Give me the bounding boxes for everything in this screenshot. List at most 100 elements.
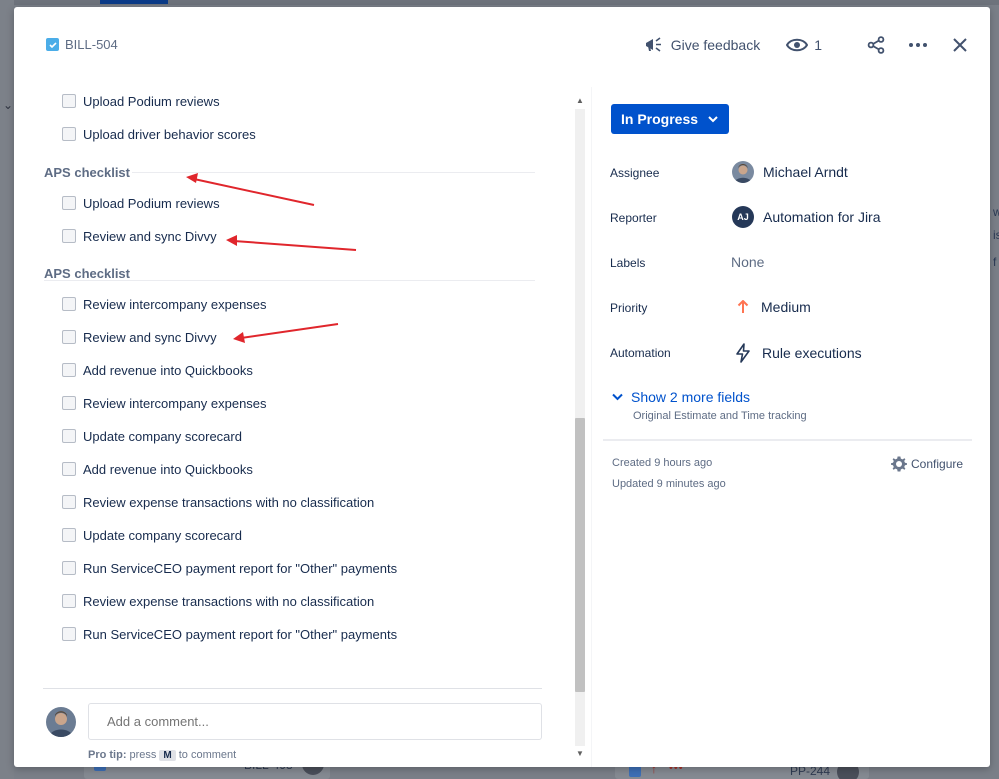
checklist-item-label: Add revenue into Quickbooks [83,362,253,378]
header-actions: Give feedback 1 [644,33,972,57]
checklist-item: Review expense transactions with no clas… [62,492,374,512]
checklist-item: Add revenue into Quickbooks [62,459,253,479]
reporter-field[interactable]: AJ Automation for Jira [732,206,881,228]
checklist-checkbox[interactable] [62,495,76,509]
checklist-item: Review expense transactions with no clas… [62,591,374,611]
pane-divider [591,87,592,767]
checklist-item: Update company scorecard [62,525,242,545]
checklist-item: Add revenue into Quickbooks [62,360,253,380]
checklist-checkbox[interactable] [62,429,76,443]
configure-button[interactable]: Configure [890,455,963,473]
status-dropdown[interactable]: In Progress [611,104,729,134]
comment-divider [43,688,542,689]
issue-description-pane: Upload Podium reviews Upload driver beha… [14,87,588,682]
reporter-name: Automation for Jira [763,209,881,225]
checklist-item-label: Review expense transactions with no clas… [83,593,375,609]
configure-label: Configure [911,457,964,471]
checklist-item-label: Review and sync Divvy [83,228,217,244]
board-right-text: is [993,228,999,242]
checklist-checkbox[interactable] [62,229,76,243]
show-more-label: Show 2 more fields [631,389,751,405]
breadcrumb: BILL-504 [46,37,118,52]
checklist-item: Review intercompany expenses [62,393,267,413]
field-label-automation: Automation [610,346,671,360]
right-divider [603,439,972,441]
give-feedback-label: Give feedback [670,37,761,53]
checklist-checkbox[interactable] [62,396,76,410]
checklist-item: Review and sync Divvy [62,226,217,246]
checklist-checkbox[interactable] [62,561,76,575]
close-icon [953,38,967,52]
protip-suffix: to comment [178,749,237,761]
protip-text: press [129,749,157,761]
board-right-text: f [993,255,997,269]
priority-value: Medium [761,299,811,315]
checklist-item: Review intercompany expenses [62,294,267,314]
automation-field[interactable]: Rule executions [735,343,862,363]
checklist-item-label: Upload Podium reviews [83,93,220,109]
description-scrollbar[interactable]: ▲ ▼ [571,95,588,760]
scroll-down-arrow-icon[interactable]: ▼ [574,748,586,760]
priority-field[interactable]: Medium [737,299,811,315]
protip-label: Pro tip: [88,749,127,761]
assignee-field[interactable]: Michael Arndt [732,161,848,183]
checklist-checkbox[interactable] [62,127,76,141]
labels-field[interactable]: None [731,254,764,270]
field-label-assignee: Assignee [610,166,660,180]
issue-key-link[interactable]: BILL-504 [65,37,118,52]
task-icon [46,38,59,51]
checklist-item-label: Review expense transactions with no clas… [83,494,375,510]
megaphone-icon [645,37,661,52]
show-more-fields-button[interactable]: Show 2 more fields [612,389,750,405]
checklist-checkbox[interactable] [62,330,76,344]
field-label-labels: Labels [610,256,646,270]
checklist-item: Update company scorecard [62,426,242,446]
checklist-item-label: Upload driver behavior scores [83,126,256,142]
avatar [732,161,754,183]
board-topbar-accent [100,0,168,4]
checklist-heading: APS checklist [44,165,130,180]
checklist-checkbox[interactable] [62,94,76,108]
checklist-heading: APS checklist [44,266,130,281]
give-feedback-button[interactable]: Give feedback [644,33,761,57]
scroll-up-arrow-icon[interactable]: ▲ [574,95,586,107]
checklist-item-label: Review intercompany expenses [83,296,267,312]
checklist-item: Review and sync Divvy [62,327,217,347]
comment-input[interactable] [88,703,542,740]
checklist-checkbox[interactable] [62,594,76,608]
checklist-item: Run ServiceCEO payment report for "Other… [62,558,397,578]
close-button[interactable] [948,33,972,57]
checklist-checkbox[interactable] [62,297,76,311]
chevron-down-icon [612,393,623,401]
checklist-item-label: Upload Podium reviews [83,195,220,211]
checklist-item-label: Run ServiceCEO payment report for "Other… [83,626,398,642]
assignee-name: Michael Arndt [763,164,848,180]
checklist-item-label: Review and sync Divvy [83,329,217,345]
checklist-item: Run ServiceCEO payment report for "Other… [62,624,397,644]
checklist-item-label: Add revenue into Quickbooks [83,461,253,477]
share-button[interactable] [864,33,888,57]
board-right-text: w [993,205,999,219]
checklist-item: Upload Podium reviews [62,91,220,111]
checklist-checkbox[interactable] [62,363,76,377]
heading-divider [132,172,535,173]
board-topbar [0,0,999,5]
scrollbar-thumb[interactable] [575,418,585,692]
checklist-item-label: Update company scorecard [83,428,242,444]
more-actions-button[interactable] [906,33,930,57]
checklist-checkbox[interactable] [62,462,76,476]
gear-icon [891,456,907,472]
watch-button[interactable]: 1 [786,37,822,53]
checklist-item-label: Review intercompany expenses [83,395,267,411]
updated-timestamp: Updated 9 minutes ago [612,478,726,490]
avatar [46,707,76,737]
chevron-down-icon [708,116,718,123]
protip: Pro tip: press M to comment [88,749,236,761]
status-label: In Progress [621,111,699,127]
share-icon [867,36,885,54]
checklist-item: Upload Podium reviews [62,193,220,213]
checklist-checkbox[interactable] [62,528,76,542]
checklist-checkbox[interactable] [62,627,76,641]
avatar: AJ [732,206,754,228]
checklist-checkbox[interactable] [62,196,76,210]
